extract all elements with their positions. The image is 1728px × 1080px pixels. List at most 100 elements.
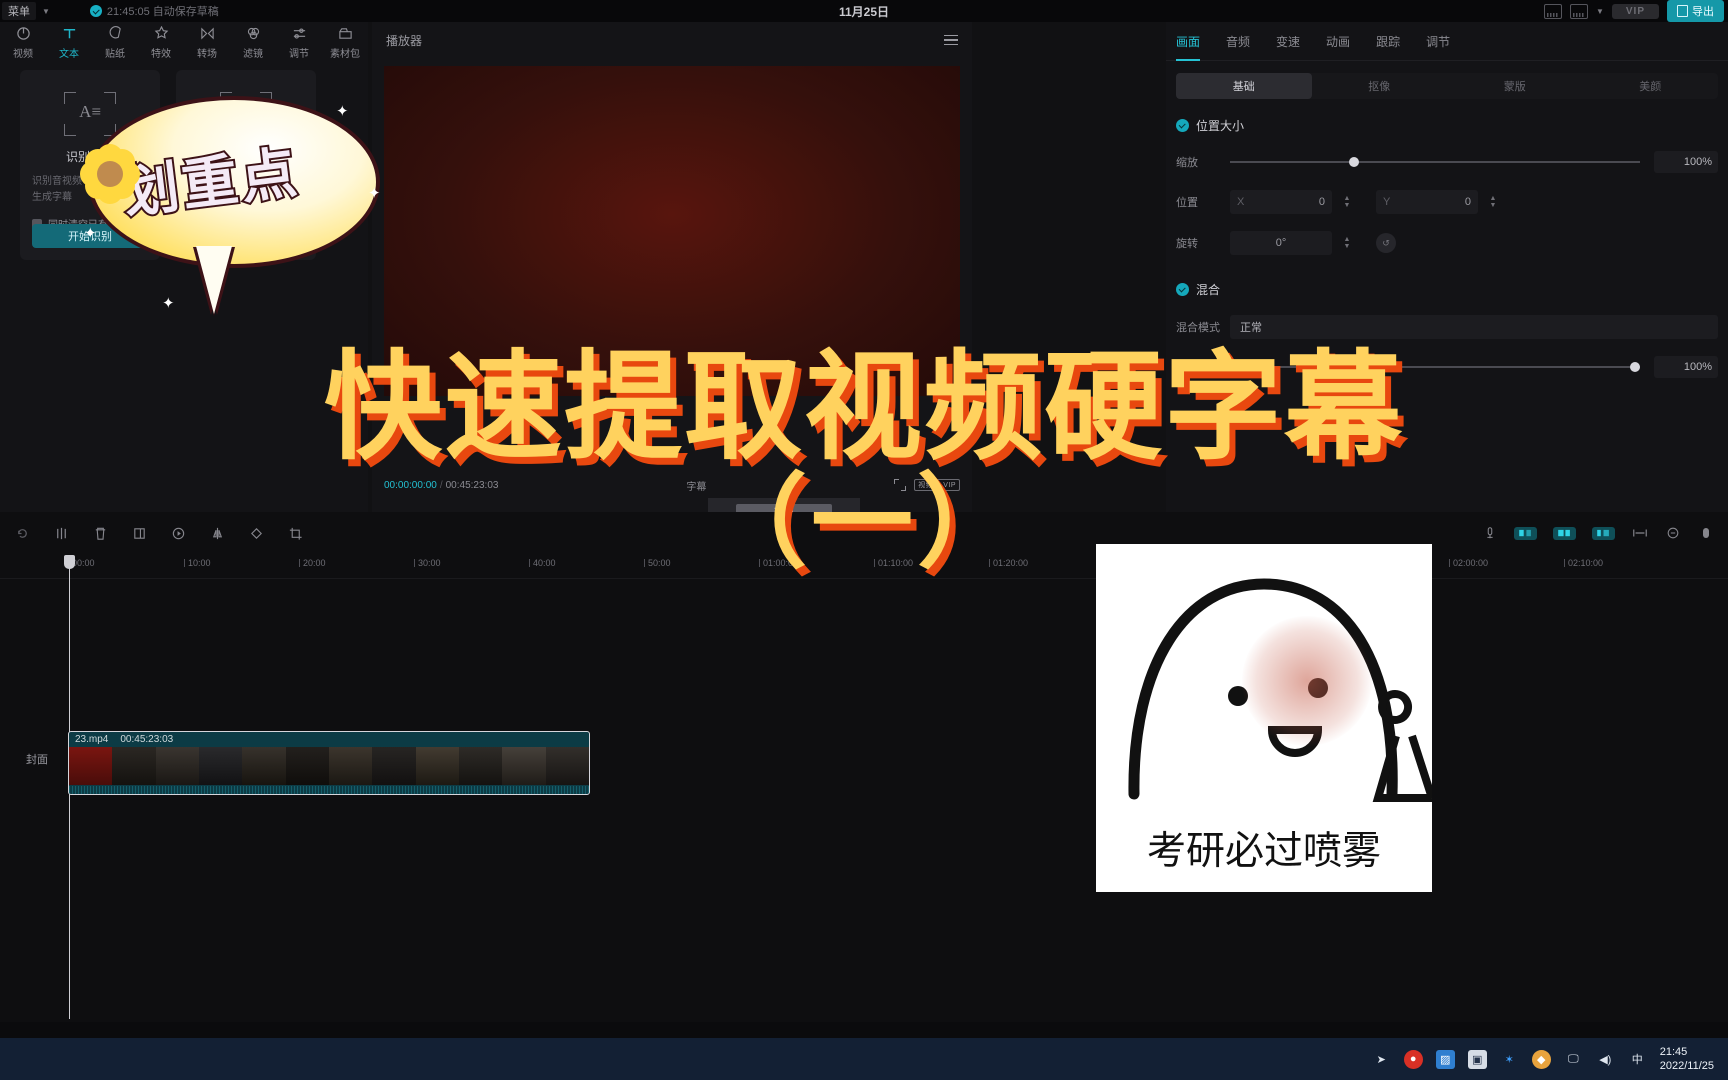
player-title: 播放器 [386, 33, 423, 48]
playhead-handle[interactable] [64, 555, 75, 569]
scale-slider[interactable] [1230, 157, 1640, 167]
lock-icon[interactable]: ▣ [1467, 1049, 1487, 1069]
tab-text[interactable]: 文本 [46, 25, 92, 60]
segment-mask[interactable]: 蒙版 [1447, 73, 1583, 99]
position-x-stepper[interactable]: ▲ ▼ [1340, 190, 1354, 214]
crop-frame-icon[interactable] [131, 525, 148, 542]
check-circle-icon[interactable] [1176, 119, 1189, 132]
timeline-clip[interactable]: 23.mp4 00:45:23:03 [68, 731, 590, 795]
taskbar-clock[interactable]: 21:45 2022/11/25 [1660, 1045, 1720, 1073]
opacity-value[interactable]: 100% [1654, 356, 1718, 378]
opacity-slider-knob[interactable] [1630, 362, 1640, 372]
vip-badge[interactable]: VIP [1611, 3, 1659, 19]
card-icon-wrap: A≡ [20, 92, 160, 136]
delete-icon[interactable] [92, 525, 109, 542]
rotate-field[interactable]: 0° [1230, 231, 1332, 255]
player-stage[interactable] [384, 66, 960, 396]
freeze-icon[interactable] [170, 525, 187, 542]
autosave-label: 21:45:05 自动保存草稿 [106, 6, 219, 18]
position-size-header[interactable]: 位置大小 [1176, 117, 1718, 134]
position-x-value: 0 [1318, 196, 1325, 208]
ime-icon[interactable]: 中 [1628, 1050, 1647, 1069]
tab-filter[interactable]: 滤镜 [230, 25, 276, 60]
position-label: 位置 [1176, 197, 1198, 209]
clip-waveform [69, 786, 589, 794]
position-y-field[interactable]: Y 0 [1376, 190, 1478, 214]
timeline-right-toolbar [1481, 525, 1714, 542]
layout-icon[interactable] [1569, 3, 1588, 19]
blend-check-icon[interactable] [1176, 283, 1189, 296]
screenshot-icon[interactable]: ▨ [1435, 1049, 1455, 1069]
tab-tracking[interactable]: 跟踪 [1376, 33, 1400, 50]
tab-adjust[interactable]: 调节 [276, 25, 322, 60]
export-button[interactable]: 导出 [1667, 0, 1724, 22]
timeline-ruler[interactable]: 00:00 10:00 20:00 30:00 40:00 50:00 01:0… [0, 554, 1728, 579]
start-recognize-button[interactable]: 开始识别 [32, 224, 148, 248]
tab-material-pack[interactable]: 素材包 [322, 25, 368, 60]
auto-snap-c-icon[interactable] [1592, 526, 1615, 540]
card-recognize-subtitle[interactable]: A≡ 识别字幕 识别音视频中的语音 自动生成字幕 同时清空已有字幕 开始识别 [20, 70, 160, 260]
position-y-stepper[interactable]: ▲ ▼ [1486, 190, 1500, 214]
tab-adjust-prop[interactable]: 调节 [1426, 33, 1450, 50]
scale-value[interactable]: 100% [1654, 151, 1718, 173]
opacity-slider[interactable] [1230, 362, 1640, 372]
ruler-tick: 01:00:00 [758, 558, 799, 568]
blend-header[interactable]: 混合 [1176, 281, 1718, 298]
segment-beauty[interactable]: 美颜 [1583, 73, 1719, 99]
link-icon[interactable] [1631, 525, 1648, 542]
zoom-out-icon[interactable] [1664, 525, 1681, 542]
undo-icon[interactable] [14, 525, 31, 542]
player-header: 播放器 [372, 22, 972, 58]
cursor-icon[interactable]: ➤ [1372, 1050, 1391, 1069]
sticker-icon [108, 25, 123, 42]
tab-animation[interactable]: 动画 [1326, 33, 1350, 50]
rotate-icon[interactable] [248, 525, 265, 542]
mirror-icon[interactable] [209, 525, 226, 542]
menu-button[interactable]: 菜单 [2, 2, 36, 20]
keyboard-icon[interactable] [1543, 3, 1562, 19]
timeline-body[interactable]: 封面 23.mp4 00:45:23:03 [0, 555, 1728, 1019]
tab-transition[interactable]: 转场 [184, 25, 230, 60]
rotate-reset-icon[interactable]: ↺ [1376, 233, 1396, 253]
tab-video[interactable]: 视频 [0, 25, 46, 60]
firewall-icon[interactable]: ◆ [1531, 1049, 1551, 1069]
crop-icon[interactable] [287, 525, 304, 542]
auto-snap-b-icon[interactable] [1553, 526, 1576, 540]
position-x-field[interactable]: X 0 [1230, 190, 1332, 214]
effects-icon [154, 25, 169, 42]
tab-effects[interactable]: 特效 [138, 25, 184, 60]
clock-date: 2022/11/25 [1659, 1060, 1714, 1072]
segment-keying[interactable]: 抠像 [1312, 73, 1448, 99]
record-red-icon[interactable]: ● [1403, 1049, 1423, 1069]
clip-header: 23.mp4 00:45:23:03 [69, 732, 589, 747]
tab-sticker[interactable]: 贴纸 [92, 25, 138, 60]
row-blend-mode: 混合模式 正常 [1176, 315, 1718, 339]
subtitle-hint-label[interactable]: 字幕 [686, 478, 706, 493]
tab-picture[interactable]: 画面 [1176, 33, 1201, 61]
video-vip-badge[interactable]: 视频内 VIP [914, 479, 960, 491]
x-axis-label: X [1237, 196, 1245, 208]
network-icon[interactable]: 🖵 [1564, 1050, 1583, 1069]
section-position-size: 位置大小 缩放 100% 位置 X 0 ▲ ▼ Y 0 ▲ ▼ 旋转 0° ▲ … [1176, 117, 1718, 255]
tab-effects-label: 特效 [151, 48, 171, 60]
auto-snap-a-icon[interactable] [1514, 526, 1537, 540]
tab-speed[interactable]: 变速 [1276, 33, 1300, 50]
bluetooth-icon[interactable]: ✶ [1500, 1050, 1519, 1069]
split-icon[interactable] [53, 525, 70, 542]
player-menu-icon[interactable] [944, 34, 958, 46]
row-position: 位置 X 0 ▲ ▼ Y 0 ▲ ▼ [1176, 190, 1718, 214]
tab-audio[interactable]: 音频 [1226, 33, 1250, 50]
fullscreen-icon[interactable] [894, 479, 907, 491]
zoom-level-slider[interactable] [1697, 525, 1714, 542]
scale-slider-knob[interactable] [1348, 157, 1359, 167]
rotate-stepper[interactable]: ▲ ▼ [1340, 231, 1354, 255]
blend-mode-select[interactable]: 正常 [1230, 315, 1718, 339]
card-secondary[interactable] [176, 70, 316, 260]
record-icon[interactable] [1481, 525, 1498, 542]
chevron-down-icon[interactable]: ▼ [42, 7, 50, 16]
layout-chevron-icon[interactable]: ▼ [1596, 7, 1604, 16]
timeline-panel: 00:00 10:00 20:00 30:00 40:00 50:00 01:0… [0, 512, 1728, 1022]
thumb [458, 747, 503, 785]
segment-basic[interactable]: 基础 [1176, 73, 1312, 99]
volume-icon[interactable]: ◀) [1596, 1050, 1615, 1069]
